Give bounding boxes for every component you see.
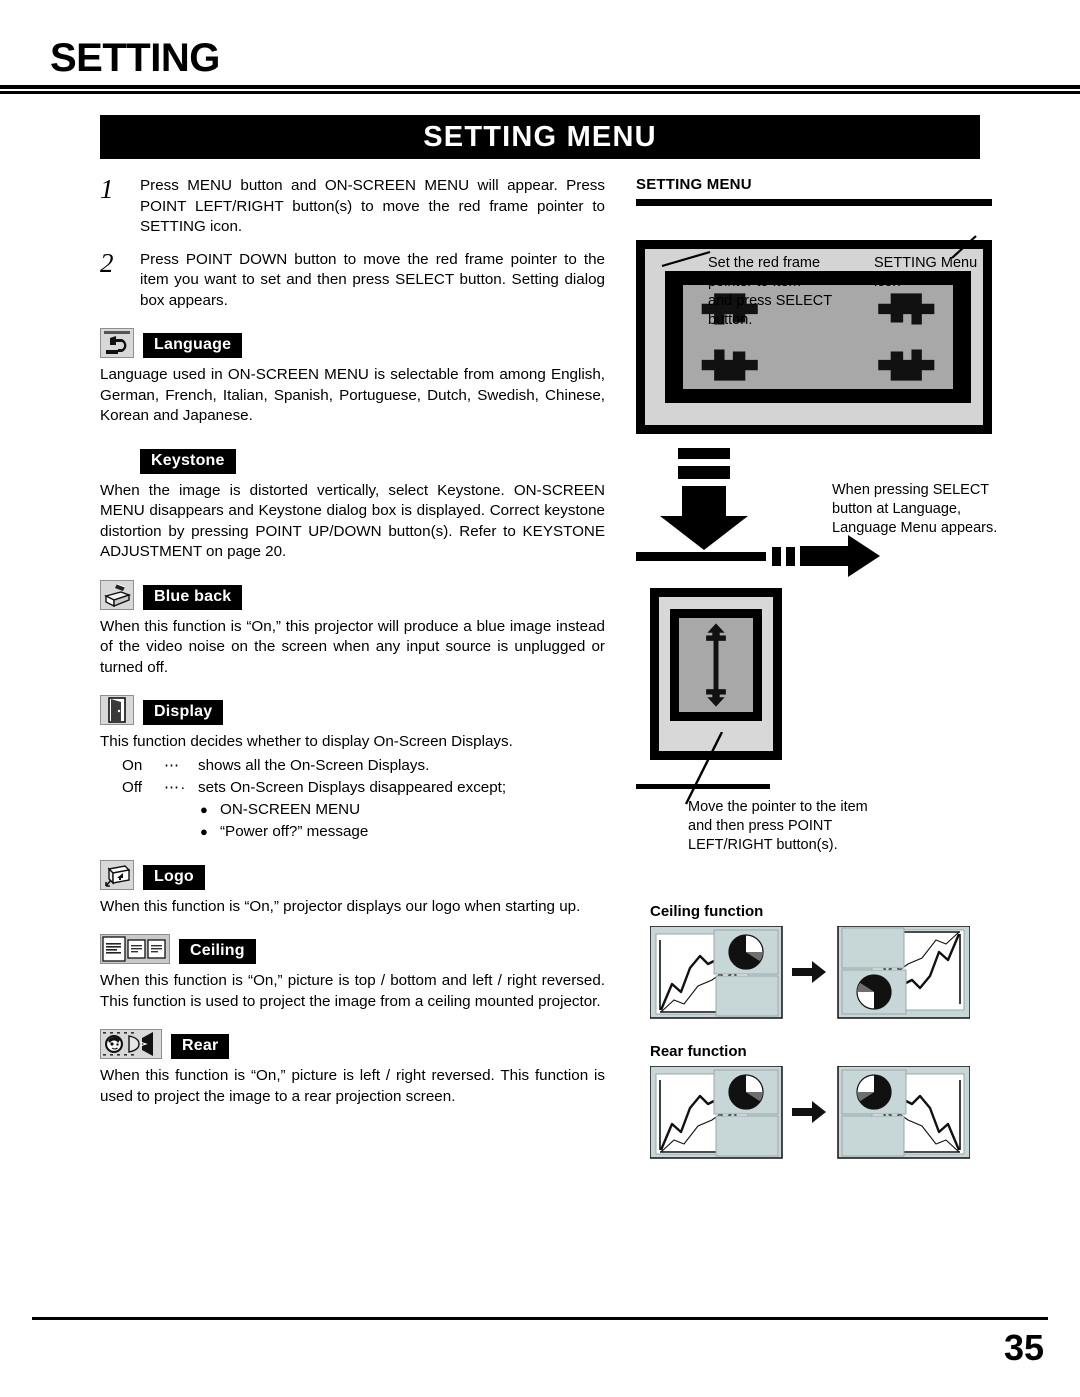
section-logo-head: Logo — [100, 859, 605, 890]
section-blue-back-label: Blue back — [143, 584, 243, 610]
step-1-text: Press MENU button and ON-SCREEN MENU wil… — [140, 177, 605, 235]
step-2-number: 2 — [100, 247, 114, 278]
section-language-body: Language used in ON-SCREEN MENU is selec… — [100, 366, 605, 424]
display-bullet-2-text: “Power off?” message — [220, 822, 369, 840]
section-keystone-label: Keystone — [140, 448, 236, 474]
right-column: SETTING MENU Set the red frame pointer t… — [636, 176, 1006, 1159]
step-2-text: Press POINT DOWN button to move the red … — [140, 250, 605, 309]
ceiling-function-figure — [649, 925, 971, 1027]
display-option-on: On ⋯ shows all the On-Screen Displays. — [100, 755, 605, 777]
section-ceiling-body: When this function is “On,” picture is t… — [100, 972, 605, 1010]
section-keystone: Keystone When the image is distorted ver… — [100, 444, 605, 563]
logo-box-icon — [100, 859, 134, 890]
blue-back-projector-icon — [100, 579, 134, 610]
language-shot-frame — [670, 609, 762, 721]
section-blue-back-head: Blue back — [100, 579, 605, 610]
section-banner: SETTING MENU — [100, 115, 980, 159]
section-language-label: Language — [143, 333, 243, 358]
language-shot-outer — [659, 597, 773, 751]
callout-setting-menu-icon: SETTING Menu icon — [874, 255, 978, 290]
display-option-off-key: Off — [122, 778, 142, 796]
language-return-arrow-icon — [100, 328, 134, 358]
display-option-off-dots: ⋯· — [164, 778, 187, 796]
section-ceiling-label: Ceiling — [179, 939, 256, 964]
rear-function-art — [649, 1065, 971, 1159]
rear-function-title: Rear function — [650, 1043, 747, 1060]
display-option-off-text: sets On-Screen Displays disappeared exce… — [198, 778, 507, 796]
section-language: Language Language used in ON-SCREEN MENU… — [100, 328, 605, 427]
right-column-heading: SETTING MENU — [636, 176, 752, 193]
callout-set-red-frame: Set the red frame pointer to Item and pr… — [708, 255, 833, 328]
ceiling-panels-icon — [100, 934, 170, 964]
rear-face-screen-icon — [100, 1029, 162, 1059]
note-press-select: When pressing SELECT button at Language,… — [832, 482, 998, 536]
right-column-rule — [636, 199, 992, 206]
section-rear-label: Rear — [171, 1034, 230, 1059]
rear-function-figure — [649, 1065, 971, 1167]
display-bullet-2: ● “Power off?” message — [100, 821, 605, 843]
section-display: Display This function decides whether to… — [100, 695, 605, 843]
display-bullet-1-text: ON-SCREEN MENU — [220, 800, 361, 818]
page-title: SETTING — [50, 36, 220, 80]
note-move-pointer: Move the pointer to the item and then pr… — [688, 799, 868, 853]
section-display-head: Display — [100, 695, 605, 725]
section-logo: Logo When this function is “On,” project… — [100, 859, 605, 918]
ceiling-function-title: Ceiling function — [650, 903, 764, 920]
section-language-head: Language — [100, 328, 605, 358]
step-2: 2 Press POINT DOWN button to move the re… — [100, 247, 605, 312]
display-option-on-text: shows all the On-Screen Displays. — [198, 756, 430, 774]
section-rear-head: Rear — [100, 1029, 605, 1059]
section-display-label: Display — [143, 700, 224, 725]
display-option-on-dots: ⋯ — [164, 756, 181, 774]
section-ceiling: Ceiling When this function is “On,” pict… — [100, 934, 605, 1012]
section-rear: Rear When this function is “On,” picture… — [100, 1029, 605, 1107]
language-shot-field — [679, 618, 753, 712]
section-rear-body: When this function is “On,” picture is l… — [100, 1067, 605, 1105]
header-rule — [0, 85, 1080, 94]
language-updown-pointer-art — [706, 623, 726, 707]
left-column: 1 Press MENU button and ON-SCREEN MENU w… — [100, 176, 605, 1107]
section-keystone-head: Keystone — [100, 444, 605, 474]
header-rule-top — [0, 85, 1080, 89]
section-keystone-body: When the image is distorted vertically, … — [100, 481, 605, 561]
ceiling-function-art — [649, 925, 971, 1019]
header-rule-bottom — [0, 91, 1080, 94]
step-1-number: 1 — [100, 174, 114, 204]
display-options-list: On ⋯ shows all the On-Screen Displays. O… — [100, 755, 605, 843]
display-door-icon — [100, 695, 134, 725]
section-logo-body: When this function is “On,” projector di… — [100, 897, 581, 915]
section-display-body: This function decides whether to display… — [100, 733, 513, 750]
bullet-dot-icon: ● — [200, 801, 208, 817]
step-1: 1 Press MENU button and ON-SCREEN MENU w… — [100, 176, 605, 238]
page-number: 35 — [1003, 1327, 1044, 1368]
display-option-on-key: On — [122, 756, 143, 774]
display-bullet-1: ● ON-SCREEN MENU — [100, 799, 605, 821]
section-blue-back: Blue back When this function is “On,” th… — [100, 579, 605, 679]
footer-rule — [32, 1317, 1048, 1320]
section-blue-back-body: When this function is “On,” this project… — [100, 617, 605, 676]
section-ceiling-head: Ceiling — [100, 934, 605, 964]
display-option-off: Off ⋯· sets On-Screen Displays disappear… — [100, 777, 605, 799]
section-logo-label: Logo — [143, 864, 205, 890]
bullet-dot-icon: ● — [200, 823, 208, 839]
